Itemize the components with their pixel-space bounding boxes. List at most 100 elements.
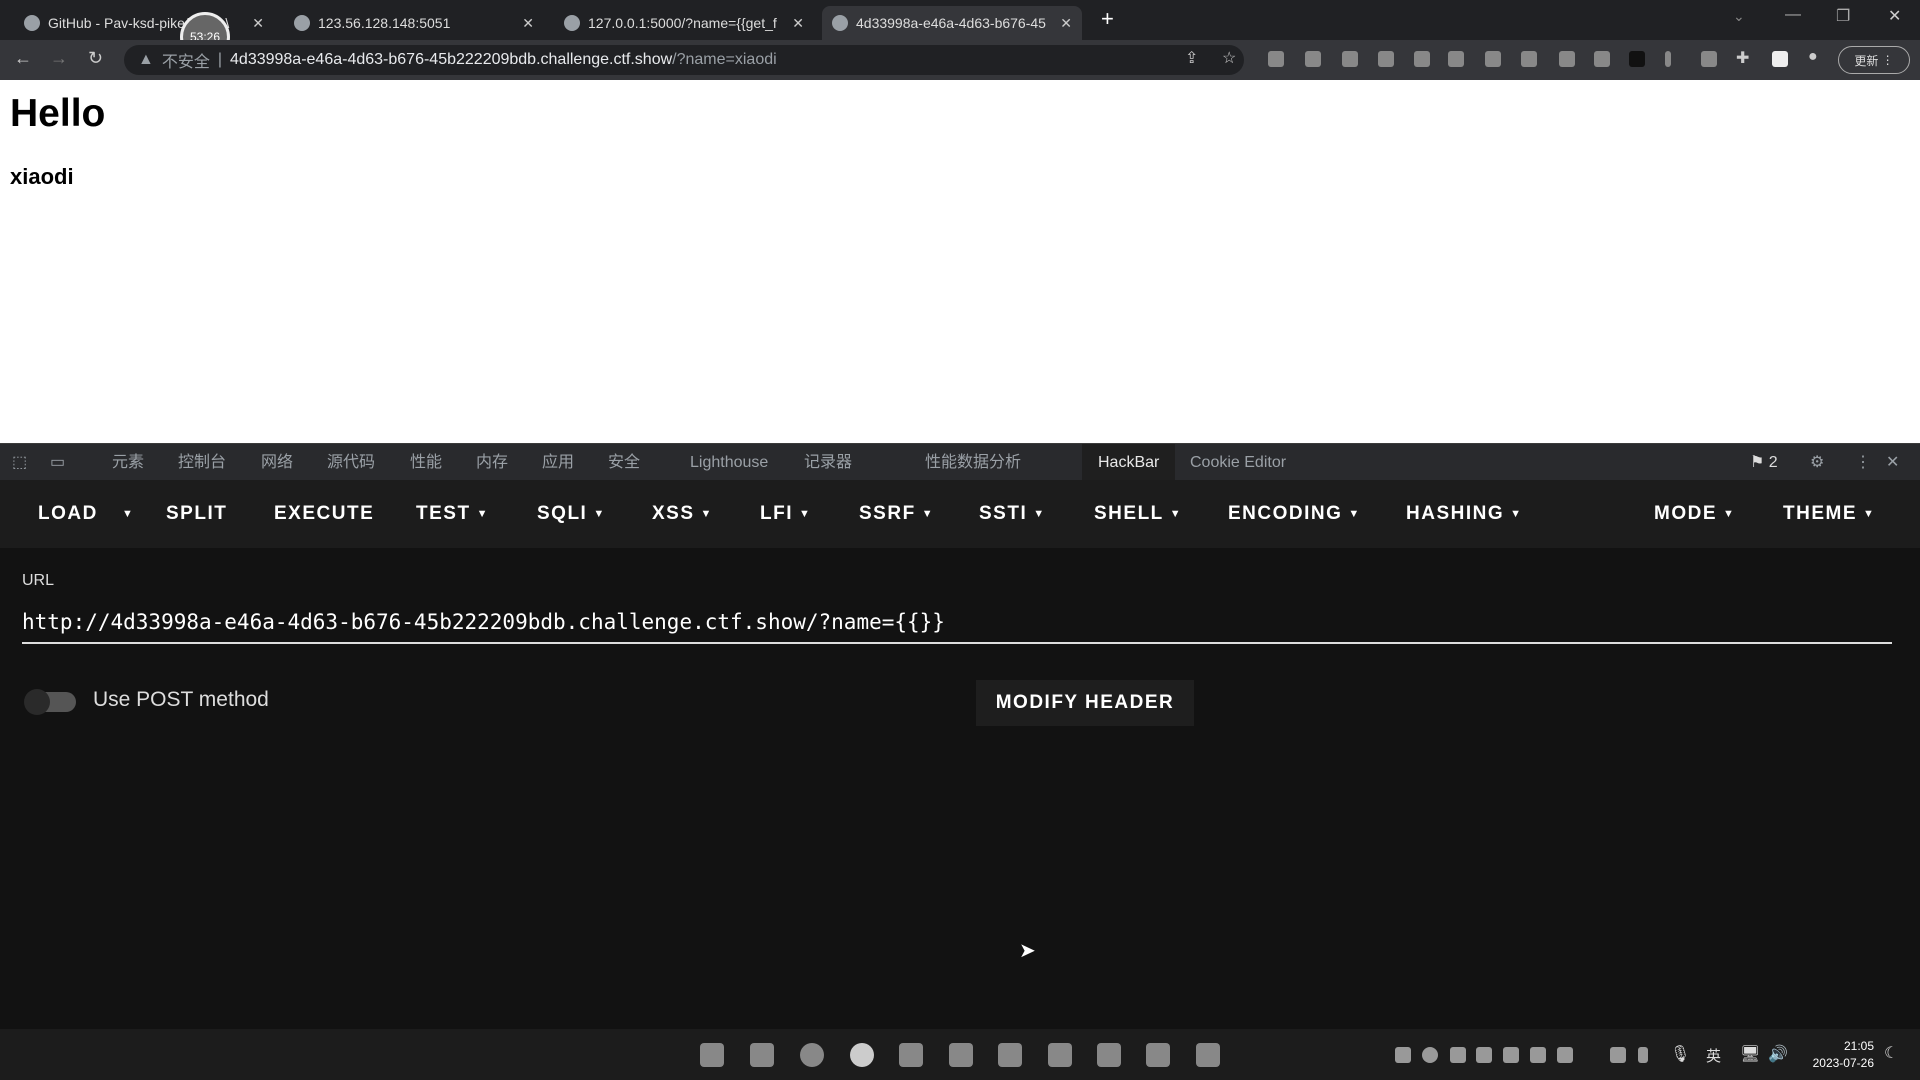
tray-icon[interactable] (1557, 1047, 1573, 1063)
settings-gear-icon[interactable]: ⚙ (1810, 444, 1824, 481)
extension-icon[interactable] (1342, 51, 1358, 67)
extension-icon[interactable] (1378, 51, 1394, 67)
toggle-knob (24, 689, 50, 715)
inspect-element-icon[interactable]: ⬚ (12, 444, 27, 481)
load-button[interactable]: LOAD (38, 480, 98, 548)
tray-icon[interactable] (1503, 1047, 1519, 1063)
sqli-menu[interactable]: SQLI ▼ (537, 480, 606, 548)
extension-icon[interactable] (1559, 51, 1575, 67)
tray-icon[interactable] (1610, 1047, 1626, 1063)
minimize-button[interactable]: — (1785, 6, 1801, 24)
app-icon[interactable] (949, 1043, 973, 1067)
tab-performance-insights[interactable]: 性能数据分析 (925, 444, 1021, 481)
tab-network[interactable]: 网络 (261, 444, 293, 481)
pycharm-icon[interactable] (1048, 1043, 1072, 1067)
extension-icon[interactable] (1485, 51, 1501, 67)
extension-icon[interactable] (1629, 51, 1645, 67)
update-button[interactable]: 更新 ⋮ (1838, 46, 1910, 74)
shield-icon[interactable] (1476, 1047, 1492, 1063)
tab-lighthouse[interactable]: Lighthouse (690, 444, 768, 481)
xss-menu[interactable]: XSS ▼ (652, 480, 713, 548)
ssti-menu[interactable]: SSTI ▼ (979, 480, 1046, 548)
back-icon[interactable]: ← (14, 48, 32, 69)
tab-application[interactable]: 应用 (542, 444, 574, 481)
app-icon[interactable] (1097, 1043, 1121, 1067)
browser-tab[interactable]: GitHub - Pav-ksd-pike/Notes\ ✕ (14, 6, 274, 40)
volume-icon[interactable]: 🔊 (1768, 1044, 1788, 1064)
restore-button[interactable]: ❐ (1836, 6, 1850, 26)
bookmark-star-icon[interactable]: ☆ (1222, 48, 1236, 68)
tab-performance[interactable]: 性能 (410, 444, 442, 481)
tab-recorder[interactable]: 记录器 (804, 444, 852, 481)
device-toolbar-icon[interactable]: ▭ (50, 444, 65, 481)
extension-icon[interactable] (1701, 51, 1717, 67)
usb-icon[interactable] (1638, 1047, 1648, 1063)
lfi-menu[interactable]: LFI ▼ (760, 480, 811, 548)
puzzle-extensions-icon[interactable]: ✚ (1736, 48, 1749, 68)
app-icon[interactable] (899, 1043, 923, 1067)
extension-icon[interactable] (1521, 51, 1537, 67)
close-devtools-icon[interactable]: ✕ (1886, 444, 1899, 481)
microphone-icon[interactable]: 🎙 (1670, 1044, 1690, 1064)
start-icon[interactable] (700, 1043, 724, 1067)
close-tab-icon[interactable]: ✕ (522, 15, 534, 32)
reload-icon[interactable]: ↻ (88, 48, 103, 69)
close-window-button[interactable]: ✕ (1888, 6, 1901, 26)
share-icon[interactable]: ⇪ (1185, 48, 1198, 68)
moon-icon[interactable]: ☾ (1884, 1043, 1898, 1063)
load-dropdown-icon[interactable]: ▼ (122, 480, 134, 548)
browser-tab[interactable]: 127.0.0.1:5000/?name={{get_f ✕ (554, 6, 814, 40)
split-button[interactable]: SPLIT (166, 480, 227, 548)
extension-icon[interactable] (1414, 51, 1430, 67)
tab-hackbar[interactable]: HackBar (1082, 444, 1176, 481)
extension-icon[interactable] (1448, 51, 1464, 67)
close-tab-icon[interactable]: ✕ (252, 15, 264, 32)
close-tab-icon[interactable]: ✕ (792, 15, 804, 32)
tab-sources[interactable]: 源代码 (327, 444, 375, 481)
tab-elements[interactable]: 元素 (112, 444, 144, 481)
browser-tab-active[interactable]: 4d33998a-e46a-4d63-b676-45 ✕ (822, 6, 1082, 40)
more-menu-icon[interactable]: ⋮ (1855, 444, 1871, 481)
test-menu[interactable]: TEST ▼ (416, 480, 489, 548)
tab-search-icon[interactable]: ⌄ (1733, 8, 1745, 25)
ime-indicator[interactable]: 英 (1706, 1045, 1721, 1066)
file-explorer-icon[interactable] (750, 1043, 774, 1067)
tray-icon[interactable] (1530, 1047, 1546, 1063)
encoding-menu[interactable]: ENCODING ▼ (1228, 480, 1361, 548)
chrome-icon[interactable] (850, 1043, 874, 1067)
extension-icon[interactable] (1665, 51, 1671, 67)
profile-icon[interactable]: ● (1808, 48, 1818, 66)
theme-menu[interactable]: THEME ▼ (1783, 480, 1875, 548)
url-input[interactable] (22, 602, 1892, 644)
modify-header-button[interactable]: MODIFY HEADER (976, 680, 1194, 726)
network-icon[interactable]: 🖥 (1740, 1044, 1760, 1064)
issues-badge[interactable]: ⚑ 2 (1750, 444, 1778, 481)
extension-icon[interactable] (1268, 51, 1284, 67)
tab-cookie-editor[interactable]: Cookie Editor (1190, 444, 1286, 481)
hashing-menu[interactable]: HASHING ▼ (1406, 480, 1523, 548)
app-icon[interactable] (1146, 1043, 1170, 1067)
tray-icon[interactable] (1450, 1047, 1466, 1063)
shell-menu[interactable]: SHELL ▼ (1094, 480, 1182, 548)
new-tab-button[interactable]: + (1101, 6, 1114, 32)
post-method-toggle[interactable] (24, 689, 76, 715)
browser-tab[interactable]: 123.56.128.148:5051 ✕ (284, 6, 544, 40)
tray-icon[interactable] (1422, 1047, 1438, 1063)
app-icon[interactable] (998, 1043, 1022, 1067)
tab-security[interactable]: 安全 (608, 444, 640, 481)
tab-memory[interactable]: 内存 (476, 444, 508, 481)
terminal-icon[interactable] (1196, 1043, 1220, 1067)
execute-button[interactable]: EXECUTE (274, 480, 374, 548)
address-bar[interactable]: ▲ 不安全 | 4d33998a-e46a-4d63-b676-45b22220… (124, 45, 1244, 75)
forward-icon[interactable]: → (50, 48, 68, 69)
edge-icon[interactable] (800, 1043, 824, 1067)
extension-icon[interactable] (1305, 51, 1321, 67)
close-tab-icon[interactable]: ✕ (1060, 15, 1072, 32)
ssrf-menu[interactable]: SSRF ▼ (859, 480, 934, 548)
clock[interactable]: 21:05 2023-07-26 (1813, 1038, 1874, 1072)
extension-icon[interactable] (1594, 51, 1610, 67)
tray-icon[interactable] (1395, 1047, 1411, 1063)
mode-menu[interactable]: MODE ▼ (1654, 480, 1735, 548)
tab-console[interactable]: 控制台 (178, 444, 226, 481)
side-panel-icon[interactable] (1772, 51, 1788, 67)
